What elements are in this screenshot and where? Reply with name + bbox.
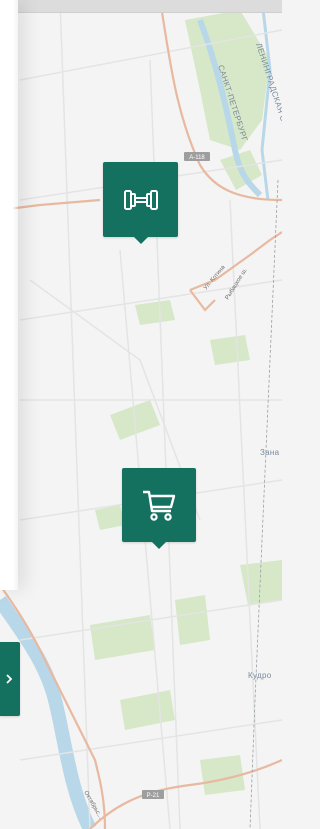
dumbbell-icon bbox=[123, 189, 158, 210]
arrow-icon bbox=[6, 674, 13, 684]
svg-text:А-118: А-118 bbox=[189, 155, 205, 161]
top-bar bbox=[18, 0, 282, 13]
road-shield-p21: Р-21 bbox=[142, 790, 164, 799]
partial-marker[interactable] bbox=[0, 642, 20, 716]
side-panel bbox=[0, 0, 18, 590]
shop-marker[interactable] bbox=[122, 468, 196, 549]
map-canvas[interactable]: А-118 Р-21 ЛЕНИНГРАДСКАЯ ОБЛ. САНКТ-ПЕТЕ… bbox=[0, 0, 282, 829]
settlement-label-zana: Зана bbox=[260, 448, 280, 457]
settlement-label-kudro: Кудро bbox=[248, 671, 272, 680]
svg-text:Р-21: Р-21 bbox=[147, 793, 160, 799]
shopping-cart-icon bbox=[143, 490, 176, 521]
gym-marker[interactable] bbox=[103, 162, 178, 244]
road-shield-a118: А-118 bbox=[184, 152, 210, 161]
